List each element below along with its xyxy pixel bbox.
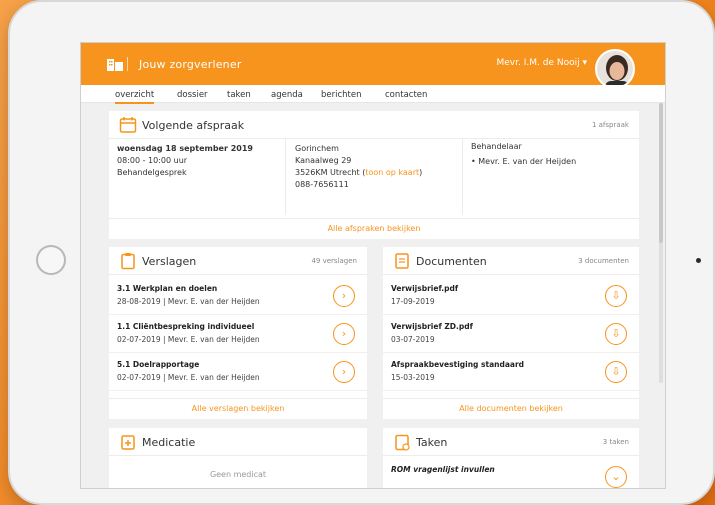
- report-title: 5.1 Doelrapportage: [117, 360, 200, 369]
- document-title: Verwijsbrief.pdf: [391, 284, 459, 293]
- divider: [462, 139, 463, 215]
- document-title: Verwijsbrief ZD.pdf: [391, 322, 473, 331]
- building-icon: [107, 59, 123, 71]
- avatar[interactable]: [595, 49, 635, 89]
- medication-panel: Medicatie Geen medicat: [109, 428, 367, 488]
- user-name: Mevr. I.M. de Nooij: [496, 58, 580, 68]
- report-meta: 28-08-2019 | Mevr. E. van der Heijden: [117, 297, 260, 306]
- clipboard-icon: [121, 253, 135, 270]
- user-menu[interactable]: Mevr. I.M. de Nooij ▾: [497, 58, 588, 68]
- calendar-icon: [119, 117, 137, 133]
- task-icon: [395, 434, 410, 451]
- appointment-where: Gorinchem Kanaalweg 29 3526KM Utrecht (t…: [295, 143, 465, 191]
- document-date: 17-09-2019: [391, 297, 435, 306]
- chevron-down-icon[interactable]: ⌄: [605, 466, 627, 488]
- tasks-panel: Taken 3 taken ROM vragenlijst invullen ⌄: [383, 428, 639, 488]
- all-reports-link[interactable]: Alle verslagen bekijken: [109, 398, 367, 418]
- appointment-panel: Volgende afspraak 1 afspraak woensdag 18…: [109, 111, 639, 239]
- divider: [127, 57, 128, 71]
- appointment-street: Kanaalweg 29: [295, 156, 352, 165]
- app-title: Jouw zorgverlener: [139, 58, 242, 71]
- tab-agenda[interactable]: agenda: [271, 90, 303, 100]
- report-item[interactable]: 1.1 Cliëntbespreking individueel 02-07-2…: [109, 315, 367, 353]
- medication-title: Medicatie: [142, 436, 196, 449]
- panel-header: Verslagen 49 verslagen: [109, 247, 367, 275]
- document-item[interactable]: Verwijsbrief.pdf 17-09-2019 ⇩: [383, 277, 639, 315]
- top-bar: Jouw zorgverlener Mevr. I.M. de Nooij ▾: [81, 43, 665, 89]
- download-icon[interactable]: ⇩: [605, 285, 627, 307]
- tasks-title: Taken: [416, 436, 448, 449]
- report-meta: 02-07-2019 | Mevr. E. van der Heijden: [117, 335, 260, 344]
- report-item[interactable]: 5.1 Doelrapportage 02-07-2019 | Mevr. E.…: [109, 353, 367, 391]
- documents-panel: Documenten 3 documenten Verwijsbrief.pdf…: [383, 247, 639, 419]
- chevron-right-icon[interactable]: ›: [333, 285, 355, 307]
- document-date: 15-03-2019: [391, 373, 435, 382]
- app-screen: Jouw zorgverlener Mevr. I.M. de Nooij ▾ …: [80, 42, 666, 489]
- chevron-right-icon[interactable]: ›: [333, 361, 355, 383]
- all-documents-link[interactable]: Alle documenten bekijken: [383, 398, 639, 418]
- reports-panel: Verslagen 49 verslagen 3.1 Werkplan en d…: [109, 247, 367, 419]
- task-title: ROM vragenlijst invullen: [391, 465, 495, 474]
- report-title: 3.1 Werkplan en doelen: [117, 284, 218, 293]
- avatar-image: [597, 51, 633, 87]
- all-appointments-link[interactable]: Alle afspraken bekijken: [109, 218, 639, 238]
- documents-count: 3 documenten: [578, 257, 629, 265]
- report-meta: 02-07-2019 | Mevr. E. van der Heijden: [117, 373, 260, 382]
- appointment-type: Behandelgesprek: [117, 168, 187, 177]
- chevron-right-icon[interactable]: ›: [333, 323, 355, 345]
- panel-header: Volgende afspraak 1 afspraak: [109, 111, 639, 139]
- report-title: 1.1 Cliëntbespreking individueel: [117, 322, 255, 331]
- appointment-who: Behandelaar • Mevr. E. van der Heijden: [471, 141, 636, 168]
- download-icon[interactable]: ⇩: [605, 323, 627, 345]
- tab-overzicht[interactable]: overzicht: [115, 90, 155, 104]
- download-icon[interactable]: ⇩: [605, 361, 627, 383]
- appointment-time: 08:00 - 10:00 uur: [117, 156, 188, 165]
- tablet-frame: Jouw zorgverlener Mevr. I.M. de Nooij ▾ …: [8, 0, 715, 505]
- tasks-count: 3 taken: [602, 438, 629, 446]
- panel-header: Medicatie: [109, 428, 367, 456]
- main-nav: overzicht dossier taken agenda berichten…: [81, 85, 665, 104]
- medication-icon: [121, 435, 135, 450]
- document-item[interactable]: Afspraakbevestiging standaard 15-03-2019…: [383, 353, 639, 391]
- appointment-title: Volgende afspraak: [142, 119, 245, 132]
- panel-header: Taken 3 taken: [383, 428, 639, 456]
- role-label: Behandelaar: [471, 142, 522, 151]
- document-icon: [395, 253, 409, 269]
- document-item[interactable]: Verwijsbrief ZD.pdf 03-07-2019 ⇩: [383, 315, 639, 353]
- appointment-when: woensdag 18 september 2019 08:00 - 10:00…: [117, 143, 282, 179]
- documents-title: Documenten: [416, 255, 487, 268]
- panel-header: Documenten 3 documenten: [383, 247, 639, 275]
- tab-taken[interactable]: taken: [227, 90, 251, 100]
- home-button[interactable]: [36, 245, 66, 275]
- medication-empty: Geen medicat: [209, 470, 267, 479]
- reports-count: 49 verslagen: [311, 257, 357, 265]
- appointment-postal: 3526KM Utrecht: [295, 168, 360, 177]
- divider: [285, 139, 286, 215]
- practitioner-name: Mevr. E. van der Heijden: [478, 157, 577, 166]
- tab-berichten[interactable]: berichten: [321, 90, 362, 100]
- appointment-date: woensdag 18 september 2019: [117, 144, 253, 153]
- appointment-city: Gorinchem: [295, 144, 339, 153]
- tab-dossier[interactable]: dossier: [177, 90, 208, 100]
- appointment-phone: 088-7656111: [295, 180, 349, 189]
- reports-title: Verslagen: [142, 255, 197, 268]
- chevron-down-icon: ▾: [582, 58, 587, 68]
- document-date: 03-07-2019: [391, 335, 435, 344]
- tab-contacten[interactable]: contacten: [385, 90, 427, 100]
- document-title: Afspraakbevestiging standaard: [391, 360, 525, 369]
- camera-icon: [696, 258, 701, 263]
- scrollbar-thumb[interactable]: [659, 103, 663, 243]
- map-link[interactable]: toon op kaart: [365, 168, 419, 177]
- task-item[interactable]: ROM vragenlijst invullen ⌄: [383, 458, 639, 488]
- report-item[interactable]: 3.1 Werkplan en doelen 28-08-2019 | Mevr…: [109, 277, 367, 315]
- appointment-count: 1 afspraak: [591, 121, 629, 129]
